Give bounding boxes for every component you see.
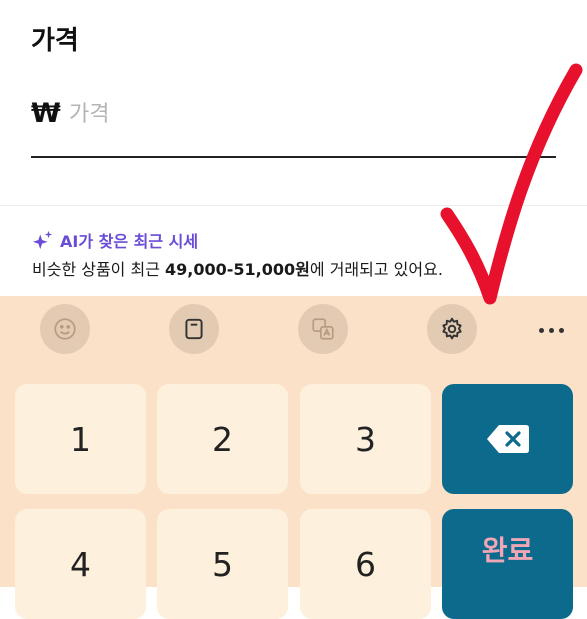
price-input[interactable]	[69, 94, 529, 134]
translate-icon[interactable]	[298, 304, 348, 354]
ai-price-range: 49,000-51,000원	[165, 260, 310, 279]
key-6[interactable]: 6	[300, 509, 431, 619]
key-5[interactable]: 5	[157, 509, 288, 619]
backspace-key[interactable]	[442, 384, 573, 494]
key-3[interactable]: 3	[300, 384, 431, 494]
price-field[interactable]: ₩	[31, 94, 556, 158]
ai-title: AI가 찾은 최근 시세	[32, 228, 198, 252]
ai-title-text: AI가 찾은 최근 시세	[60, 232, 199, 251]
numeric-keyboard: 1 2 3 4 5 6 완료	[0, 296, 587, 619]
smiley-icon[interactable]	[40, 304, 90, 354]
gear-icon[interactable]	[427, 304, 477, 354]
ai-price-suggestion: AI가 찾은 최근 시세 비슷한 상품이 최근 49,000-51,000원에 …	[0, 206, 587, 296]
backspace-icon	[486, 425, 529, 453]
key-4[interactable]: 4	[15, 509, 146, 619]
clipboard-icon[interactable]	[169, 304, 219, 354]
key-2[interactable]: 2	[157, 384, 288, 494]
ai-desc-suffix: 에 거래되고 있어요.	[309, 260, 443, 279]
ai-description: 비슷한 상품이 최근 49,000-51,000원에 거래되고 있어요.	[32, 256, 443, 280]
done-label: 완료	[481, 534, 534, 567]
price-section: 가격 ₩	[0, 0, 587, 205]
input-underline	[31, 156, 556, 158]
section-title: 가격	[31, 26, 79, 56]
sparkle-icon	[32, 230, 53, 250]
more-icon[interactable]	[527, 318, 575, 342]
key-1[interactable]: 1	[15, 384, 146, 494]
ai-desc-prefix: 비슷한 상품이 최근	[32, 260, 166, 279]
won-symbol: ₩	[31, 98, 61, 129]
done-key[interactable]: 완료	[442, 509, 573, 619]
